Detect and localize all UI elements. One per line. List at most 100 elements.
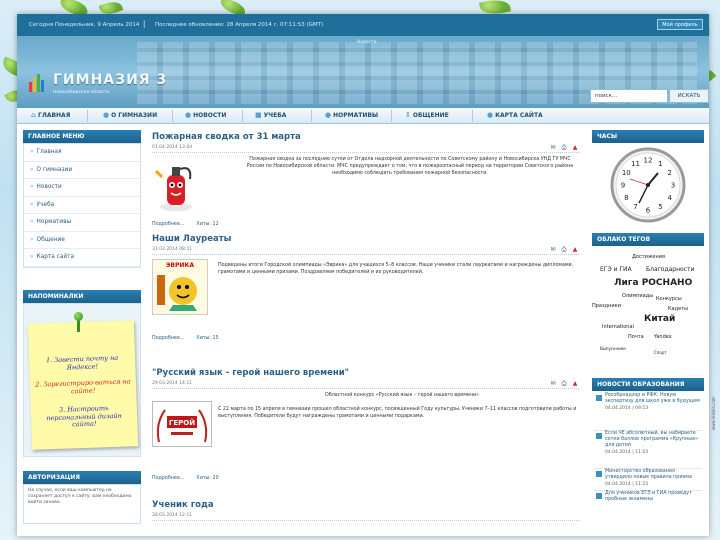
menu-item-home[interactable]: Главная — [24, 144, 140, 162]
read-more-link[interactable]: Подробнее... — [152, 476, 184, 481]
print-icon[interactable]: ⎙ — [560, 380, 568, 387]
tag-link[interactable]: Лига РОСНАНО — [614, 278, 692, 288]
last-updated: Последнее обновление: 28 Апреля 2014 г. … — [155, 22, 324, 28]
clock-numeral: 11 — [631, 160, 640, 168]
tag-link[interactable]: Выпускники — [600, 346, 626, 351]
right-sidebar: ЧАСЫ 12 1 2 3 4 5 6 7 8 9 10 11 ОБЛАКО ТЕГОВ Достиж… — [592, 130, 704, 530]
clock-numeral: 9 — [621, 182, 625, 190]
reminder-line: 3. Настроить персональный дизайн сайта! — [46, 403, 123, 428]
search-input[interactable]: поиск... — [590, 89, 668, 103]
sticky-note: 1. Завести почту на Яндексе! 2. Зарегист… — [27, 319, 139, 450]
reminders-title: НАПОМИНАЛКИ — [23, 289, 141, 303]
profile-button[interactable]: Мой профиль — [657, 19, 703, 30]
news-title[interactable]: Для учеников ЕГЭ и ГИА проведут пробные … — [595, 491, 701, 503]
nav-item-home[interactable]: ⌂ ГЛАВНАЯ — [31, 111, 70, 119]
read-more-link[interactable]: Подробнее... — [152, 222, 184, 227]
site-title[interactable]: ГИМНАЗИЯ 3 — [53, 72, 167, 88]
menu-item-about[interactable]: О гимназии — [24, 162, 140, 179]
news-item[interactable]: Для учеников ЕГЭ и ГИА проведут пробные … — [595, 491, 701, 505]
article-meta: 29.03.2014 14:11 ✉ ⎙ ▲ — [152, 379, 579, 389]
article-title[interactable]: Наши Лауреаты — [152, 234, 579, 244]
left-sidebar: ГЛАВНОЕ МЕНЮ Главная О гимназии Новости … — [23, 130, 141, 530]
menu-item-norms[interactable]: Нормативы — [24, 214, 140, 232]
news-date: 04.04.2014 | 11:03 — [605, 450, 649, 455]
tag-link[interactable]: International — [602, 324, 634, 330]
clock-numeral: 3 — [671, 182, 675, 190]
tag-cloud: Достижения ЕГЭ и ГИА Благодарности Лига … — [592, 246, 704, 372]
site-header: Новости ГИМНАЗИЯ 3 Новосибирская область… — [17, 36, 709, 108]
menu-item-study[interactable]: Учеба — [24, 197, 140, 214]
nav-item-communication[interactable]: ↕ ОБЩЕНИЕ — [405, 111, 449, 119]
news-item[interactable]: Министерство образования утвердило новые… — [595, 469, 701, 491]
tag-link[interactable]: Олимпиады — [622, 293, 653, 299]
pdf-icon[interactable]: ▲ — [571, 380, 579, 387]
tag-link[interactable]: ЕГЭ и ГИА — [600, 266, 632, 273]
article-date: 31.03.2014 08:11 — [152, 247, 193, 252]
tag-link[interactable]: Спорт — [654, 350, 667, 355]
article-date: 29.03.2014 14:11 — [152, 381, 193, 386]
chat-icon: ↕ — [405, 111, 411, 119]
news-title[interactable]: Если ЧЕ абсолютный, вы набираете сотни б… — [595, 431, 701, 449]
article-text: С 22 марта по 15 апреля в гимназии проше… — [218, 407, 577, 419]
tag-link[interactable]: Yandex — [654, 334, 672, 340]
logo-icon[interactable] — [29, 72, 47, 92]
pdf-icon[interactable]: ▲ — [571, 144, 579, 151]
article-date: 28.03.2014 12:11 — [152, 513, 193, 518]
page-frame: Сегодня Понедельник, 9 Апрель 2014 | Пос… — [17, 14, 709, 536]
reminder-line: 1. Завести почту на Яндексе! — [45, 353, 119, 371]
article-meta: 28.03.2014 12:11 — [152, 511, 579, 521]
read-more-link[interactable]: Подробнее... — [152, 336, 184, 341]
clock-numeral: 5 — [658, 203, 662, 211]
tag-link[interactable]: Конкурсы — [656, 296, 682, 302]
print-icon[interactable]: ⎙ — [560, 144, 568, 151]
email-icon[interactable]: ✉ — [549, 144, 557, 151]
clock-numeral: 8 — [624, 194, 628, 202]
article: Наши Лауреаты 31.03.2014 08:11 ✉ ⎙ ▲ ЭВР… — [152, 234, 579, 354]
reminders-panel: 1. Завести почту на Яндексе! 2. Зарегист… — [23, 302, 141, 457]
menu-item-news[interactable]: Новости — [24, 179, 140, 197]
article: Ученик года 28.03.2014 12:11 — [152, 500, 579, 530]
tag-cloud-title: ОБЛАКО ТЕГОВ — [592, 233, 704, 246]
news-title[interactable]: Рособрнадзор и РФК: Новую экспертизу для… — [595, 393, 701, 405]
header-tagline: Новости — [357, 40, 377, 45]
article-date: 01.04.2014 13:04 — [152, 145, 193, 150]
article-title[interactable]: "Русский язык - герой нашего времени" — [152, 368, 579, 378]
nav-item-sitemap[interactable]: ● КАРТА САЙТА — [487, 111, 543, 119]
news-item[interactable]: Если ЧЕ абсолютный, вы набираете сотни б… — [595, 431, 701, 469]
article: "Русский язык - герой нашего времени" 29… — [152, 368, 579, 488]
nav-item-about[interactable]: ● О ГИМНАЗИИ — [103, 111, 157, 119]
search-button[interactable]: ИСКАТЬ — [669, 89, 709, 103]
top-bar: Сегодня Понедельник, 9 Апрель 2014 | Пос… — [17, 14, 709, 36]
article-title[interactable]: Пожарная сводка от 31 марта — [152, 132, 579, 142]
email-icon[interactable]: ✉ — [549, 246, 557, 253]
clock-numeral: 1 — [658, 160, 662, 168]
edu-news-title: НОВОСТИ ОБРАЗОВАНИЯ — [592, 378, 704, 391]
nav-item-norms[interactable]: ● НОРМАТИВЫ — [325, 111, 378, 119]
nav-label: НОВОСТИ — [193, 111, 227, 119]
tag-link[interactable]: Китай — [644, 314, 675, 324]
print-icon[interactable]: ⎙ — [560, 246, 568, 253]
tag-link[interactable]: Благодарности — [646, 266, 694, 273]
nav-item-study[interactable]: ■ УЧЕБА — [255, 111, 286, 119]
main-nav: ⌂ ГЛАВНАЯ ● О ГИМНАЗИИ ● НОВОСТИ ■ УЧЕБА ● НО… — [17, 108, 709, 124]
news-item[interactable]: Рособрнадзор и РФК: Новую экспертизу для… — [595, 393, 701, 431]
tag-link[interactable]: Достижения — [632, 254, 665, 260]
main-menu-title: ГЛАВНОЕ МЕНЮ — [23, 130, 141, 143]
nav-item-news[interactable]: ● НОВОСТИ — [185, 111, 226, 119]
menu-item-communication[interactable]: Общение — [24, 232, 140, 249]
hero-label: ГЕРОЙ — [169, 418, 195, 427]
pdf-icon[interactable]: ▲ — [571, 246, 579, 253]
article-title[interactable]: Ученик года — [152, 500, 579, 510]
email-icon[interactable]: ✉ — [549, 380, 557, 387]
news-title[interactable]: Министерство образования утвердило новые… — [595, 469, 701, 481]
reminder-line: 2. Зарегистриро-ваться на сайте! — [35, 376, 131, 395]
clock-numeral: 10 — [622, 169, 631, 177]
article-text: Подведены итоги Городской олимпиады «Эвр… — [218, 263, 574, 275]
menu-item-sitemap[interactable]: Карта сайта — [24, 249, 140, 267]
tag-link[interactable]: Кадеты — [668, 306, 688, 312]
tag-link[interactable]: Почта — [628, 334, 644, 340]
news-date: 04.04.2014 | 09:53 — [605, 406, 649, 411]
watermark-text: www.linkdin.com — [711, 396, 716, 430]
nav-label: ОБЩЕНИЕ — [412, 111, 449, 119]
tag-link[interactable]: Праздники — [592, 303, 621, 309]
